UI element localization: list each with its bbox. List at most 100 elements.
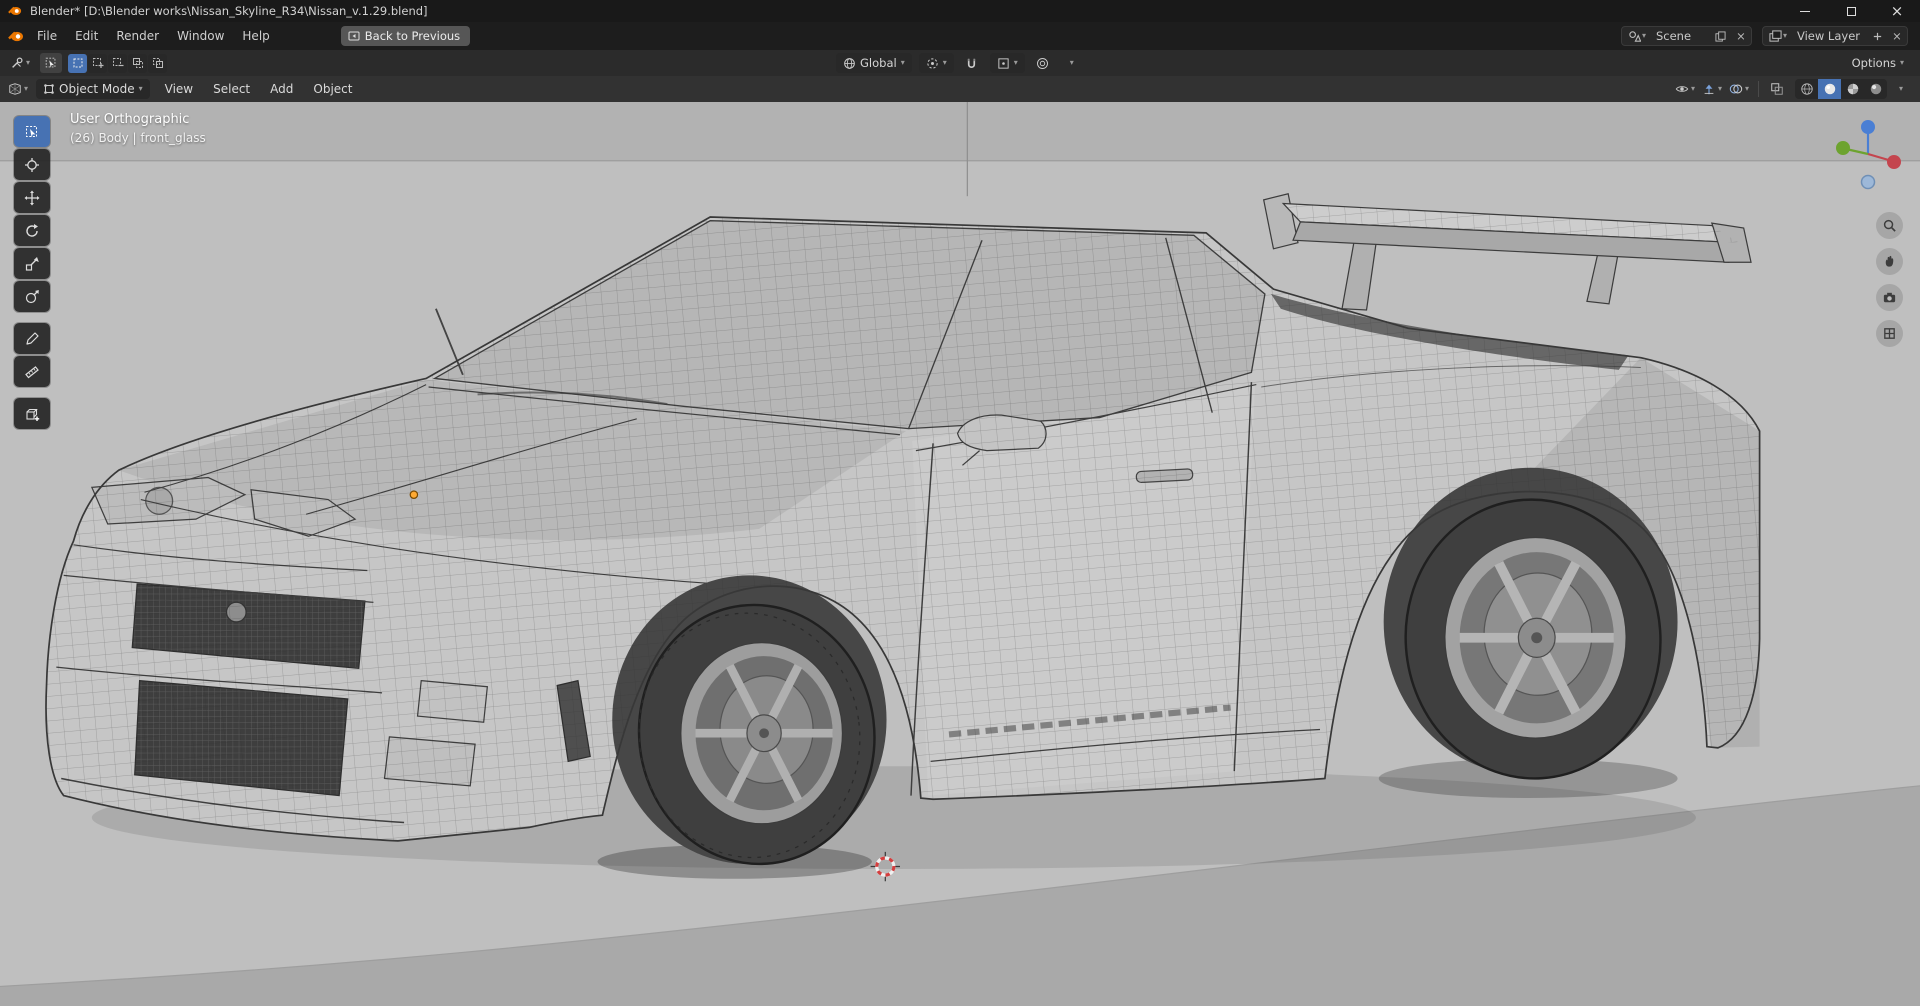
tool-move[interactable] [14,182,50,213]
tool-measure[interactable] [14,356,50,387]
menu-select[interactable]: Select [204,79,259,99]
zoom-button[interactable] [1876,212,1903,239]
editor-type-button[interactable]: ▾ [6,79,30,99]
axis-z-negative-handle [1860,174,1876,190]
proportional-falloff-dropdown[interactable]: ▾ [1061,53,1083,73]
move-icon [24,190,40,205]
axis-gizmo[interactable] [1836,120,1901,190]
object-visibility-dropdown[interactable]: ▾ [1673,79,1697,99]
axis-x-handle [1887,155,1901,169]
new-scene-button[interactable] [1711,27,1731,45]
window-title: Blender* [D:\Blender works\Nissan_Skylin… [30,4,428,18]
chevron-down-icon: ▾ [1690,84,1695,93]
minimize-button[interactable] [1782,0,1828,22]
menu-view[interactable]: View [156,79,202,99]
back-to-previous-button[interactable]: Back to Previous [340,26,471,46]
view-layer-name[interactable]: View Layer [1790,29,1867,43]
chevron-down-icon: ▾ [900,58,905,67]
menu-render[interactable]: Render [107,26,168,46]
rotate-icon [26,223,38,237]
tool-select-box[interactable] [14,116,50,147]
unlink-scene-button[interactable]: × [1731,27,1751,45]
menu-object[interactable]: Object [304,79,361,99]
perspective-toggle-button[interactable] [1876,320,1903,347]
add-view-layer-button[interactable] [1867,27,1887,45]
wireframe-sphere-icon [1800,83,1813,95]
browse-view-layer-button[interactable]: ▾ [1763,29,1790,43]
select-mode-invert-button[interactable] [128,53,148,73]
blender-app-icon[interactable] [8,28,24,44]
tool-annotate[interactable] [14,323,50,354]
pan-button[interactable] [1876,248,1903,275]
scale-icon [25,256,39,271]
select-extend-icon [92,58,104,68]
orientation-value: Global [860,56,897,70]
select-box-icon [26,125,37,137]
pivot-point-dropdown[interactable]: ▾ [918,53,954,73]
window-controls: × [1782,0,1920,22]
tool-scale[interactable] [14,248,50,279]
viewport-side-controls [1876,212,1903,347]
pivot-icon [927,57,938,69]
select-mode-subtract-button[interactable] [108,53,128,73]
editor-type-tool-button[interactable]: ▾ [8,53,32,73]
scene-name[interactable]: Scene [1649,29,1711,43]
snap-toggle-button[interactable] [961,53,983,73]
viewport-header: ▾ Object Mode ▾ View Select Add Object ▾… [0,76,1920,102]
hand-icon [1885,255,1894,267]
close-button[interactable]: × [1874,0,1920,22]
chevron-down-icon: ▾ [1744,84,1749,93]
transform-orientation-dropdown[interactable]: Global ▾ [836,53,912,73]
viewport-editor-icon [9,83,21,95]
menu-window[interactable]: Window [168,26,233,46]
3d-viewport[interactable]: User Orthographic (26) Body | front_glas… [0,102,1920,1006]
overlays-icon [1729,84,1743,94]
navigation-gizmo[interactable] [1830,114,1906,198]
tool-settings-bar: ▾ Global ▾ ▾ ▾ ▾ Options ▾ [0,50,1920,76]
active-tool-button[interactable] [40,53,63,73]
options-dropdown[interactable]: Options ▾ [1844,53,1912,73]
xray-toggle[interactable] [1766,79,1788,99]
select-box-icon [45,57,56,68]
snap-increment-icon [998,57,1009,69]
menu-file[interactable]: File [28,26,66,46]
scene-canvas[interactable] [0,102,1920,1006]
solid-sphere-icon [1824,83,1835,95]
add-icon [1873,32,1881,40]
browse-scene-button[interactable]: ▾ [1622,30,1649,43]
select-mode-set-button[interactable] [68,53,88,73]
xray-icon [1771,83,1783,95]
proportional-editing-toggle[interactable] [1032,53,1054,73]
select-mode-extend-button[interactable] [88,53,108,73]
tool-add-cube[interactable] [14,398,50,429]
mode-dropdown[interactable]: Object Mode ▾ [36,79,150,99]
maximize-button[interactable] [1828,0,1874,22]
overlays-dropdown[interactable]: ▾ [1727,79,1751,99]
x-icon: × [1736,29,1746,43]
shading-rendered-button[interactable] [1864,79,1887,99]
tool-cursor[interactable] [14,149,50,180]
shading-wireframe-button[interactable] [1795,79,1818,99]
shading-material-button[interactable] [1841,79,1864,99]
menu-add[interactable]: Add [261,79,302,99]
options-area: Options ▾ [1844,53,1912,73]
shading-solid-button[interactable] [1818,79,1841,99]
measure-ruler-icon [25,365,39,378]
menu-edit[interactable]: Edit [66,26,107,46]
remove-view-layer-button[interactable]: × [1887,27,1907,45]
select-mode-group [68,53,168,73]
chevron-down-icon: ▾ [1069,58,1074,67]
chevron-down-icon: ▾ [942,58,947,67]
chevron-down-icon: ▾ [138,84,143,93]
shading-dropdown[interactable]: ▾ [1890,79,1912,99]
snap-target-dropdown[interactable]: ▾ [989,53,1025,73]
tool-transform[interactable] [14,281,50,312]
gizmos-dropdown[interactable]: ▾ [1700,79,1724,99]
object-mode-icon [44,84,54,94]
title-bar: Blender* [D:\Blender works\Nissan_Skylin… [0,0,1920,22]
menu-help[interactable]: Help [233,26,278,46]
camera-view-button[interactable] [1876,284,1903,311]
tool-rotate[interactable] [14,215,50,246]
select-mode-intersect-button[interactable] [148,53,168,73]
scene-icon [1629,30,1641,42]
